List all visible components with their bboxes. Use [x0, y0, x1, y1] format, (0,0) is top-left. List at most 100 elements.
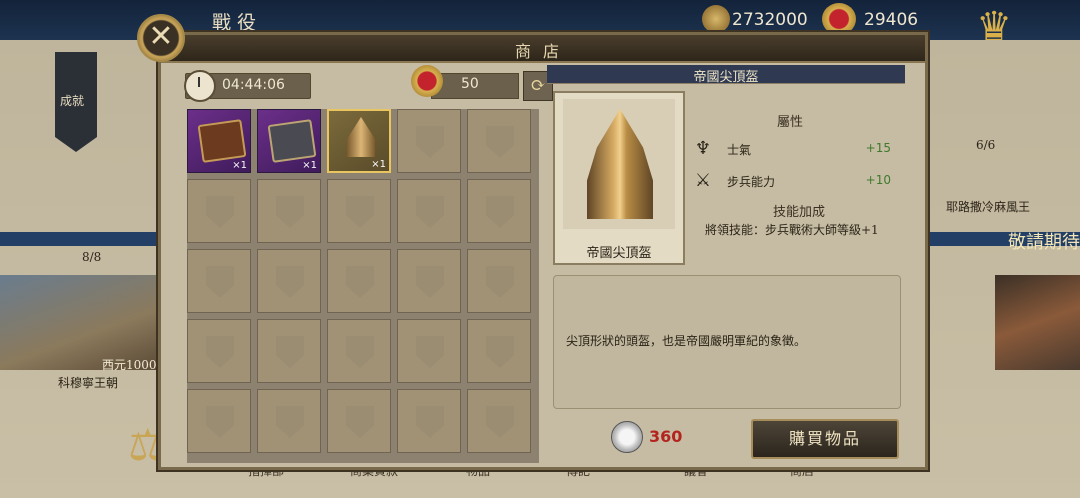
empty-slot[interactable] [327, 319, 391, 383]
progress-left: 8/8 [82, 250, 102, 264]
portrait-label: 帝國尖頂盔 [586, 246, 652, 261]
empty-slot[interactable] [327, 249, 391, 313]
item-description: 尖頂形狀的頭盔，也是帝國嚴明軍紀的象徵。 [566, 334, 807, 348]
dynasty-label: 科穆寧王朝 [58, 376, 119, 390]
item-slot-helmet[interactable]: ×1 [327, 109, 391, 173]
item-slot-book-purple[interactable]: ×1 [187, 109, 251, 173]
empty-slot[interactable] [467, 389, 531, 453]
shop-window: 商店 04:44:06 50 ⟳ ×1 ×1 ×1 帝國尖頂盔 帝國尖頂盔 屬性… [158, 32, 928, 470]
attribute-name: 步兵能力 [727, 175, 776, 189]
helmet-icon [347, 117, 375, 157]
shield-icon [416, 196, 444, 228]
book-icon [197, 119, 247, 163]
empty-slot[interactable] [397, 319, 461, 383]
attribute-row: ⚔ 步兵能力 +10 [691, 169, 891, 195]
shield-icon [346, 196, 374, 228]
empty-slot[interactable] [467, 179, 531, 243]
coming-soon-label: 敬請期待 [1008, 232, 1080, 253]
item-portrait: 帝國尖頂盔 [553, 91, 685, 265]
silver-coin-icon [611, 421, 643, 453]
timer-value: 04:44:06 [222, 77, 285, 93]
empty-slot[interactable] [257, 319, 321, 383]
progress-right: 6/6 [976, 138, 996, 152]
item-title-bar: 帝國尖頂盔 [547, 65, 905, 85]
shield-icon [346, 406, 374, 438]
item-detail-panel: 帝國尖頂盔 帝國尖頂盔 屬性 ♆ 士氣 +15 ⚔ 步兵能力 +10 技能加成 … [547, 65, 905, 461]
attribute-row: ♆ 士氣 +15 [691, 137, 891, 163]
empty-slot[interactable] [467, 319, 531, 383]
campaign-card-right[interactable] [995, 275, 1080, 370]
empty-slot[interactable] [397, 109, 461, 173]
item-qty: ×1 [371, 159, 386, 170]
shield-icon [416, 406, 444, 438]
clock-icon [184, 70, 216, 102]
skill-text: 將領技能：步兵戰術大師等級+1 [705, 223, 879, 237]
page-title: 戰役 [212, 12, 263, 34]
attribute-name: 士氣 [727, 143, 752, 157]
item-title: 帝國尖頂盔 [693, 70, 759, 85]
shield-icon [206, 266, 234, 298]
attributes-heading: 屬性 [777, 115, 804, 130]
shield-icon [486, 266, 514, 298]
empty-slot[interactable] [397, 179, 461, 243]
shield-icon [486, 126, 514, 158]
eagle-icon: ♆ [694, 138, 712, 159]
right-campaign-label: 耶路撒冷麻風王 [946, 200, 1031, 214]
portrait-frame [563, 99, 675, 229]
empty-slot[interactable] [467, 109, 531, 173]
empty-slot[interactable] [397, 249, 461, 313]
item-grid: ×1 ×1 ×1 [187, 109, 539, 463]
shield-icon [206, 196, 234, 228]
achievement-label: 成就 [60, 94, 85, 108]
item-qty: ×1 [302, 160, 317, 171]
era-label: 西元1000 [102, 358, 157, 372]
shield-icon [416, 266, 444, 298]
book-icon [267, 119, 317, 163]
empty-slot[interactable] [187, 319, 251, 383]
shield-icon [486, 336, 514, 368]
crossed-swords-icon: ⚔ [694, 170, 712, 191]
empty-slot[interactable] [187, 179, 251, 243]
token-value: 50 [461, 76, 479, 92]
skill-heading: 技能加成 [773, 205, 826, 220]
shop-title: 商店 [514, 42, 571, 61]
shield-icon [416, 126, 444, 158]
crown-token-icon [411, 65, 443, 97]
attribute-value: +10 [865, 173, 891, 187]
empty-slot[interactable] [467, 249, 531, 313]
inventory-panel: 04:44:06 50 ⟳ ×1 ×1 ×1 [181, 65, 553, 463]
empty-slot[interactable] [327, 179, 391, 243]
item-price: 360 [649, 427, 683, 446]
crown-currency-icon [822, 3, 856, 35]
shield-icon [206, 406, 234, 438]
empty-slot[interactable] [257, 249, 321, 313]
shield-icon [276, 196, 304, 228]
item-qty: ×1 [232, 160, 247, 171]
empty-slot[interactable] [187, 249, 251, 313]
gold-coin-icon [702, 5, 730, 33]
shield-icon [486, 406, 514, 438]
crown-icon[interactable]: ♛ [962, 4, 1026, 54]
shop-title-bar: 商店 [161, 35, 925, 63]
shield-icon [486, 196, 514, 228]
empty-slot[interactable] [327, 389, 391, 453]
empty-slot[interactable] [187, 389, 251, 453]
shield-icon [416, 336, 444, 368]
shield-icon [276, 406, 304, 438]
crown-amount: 29406 [864, 10, 919, 30]
buy-button[interactable]: 購買物品 [751, 419, 899, 459]
shield-icon [346, 266, 374, 298]
item-slot-book-grey[interactable]: ×1 [257, 109, 321, 173]
attribute-value: +15 [865, 141, 891, 155]
helmet-icon [587, 109, 653, 219]
gold-amount: 2732000 [732, 10, 808, 30]
empty-slot[interactable] [397, 389, 461, 453]
description-box: 尖頂形狀的頭盔，也是帝國嚴明軍紀的象徵。 [553, 275, 901, 409]
close-button[interactable]: ✕ [137, 14, 185, 62]
shield-icon [346, 336, 374, 368]
shield-icon [206, 336, 234, 368]
empty-slot[interactable] [257, 179, 321, 243]
shield-icon [276, 266, 304, 298]
refresh-timer: 04:44:06 [184, 70, 311, 102]
empty-slot[interactable] [257, 389, 321, 453]
